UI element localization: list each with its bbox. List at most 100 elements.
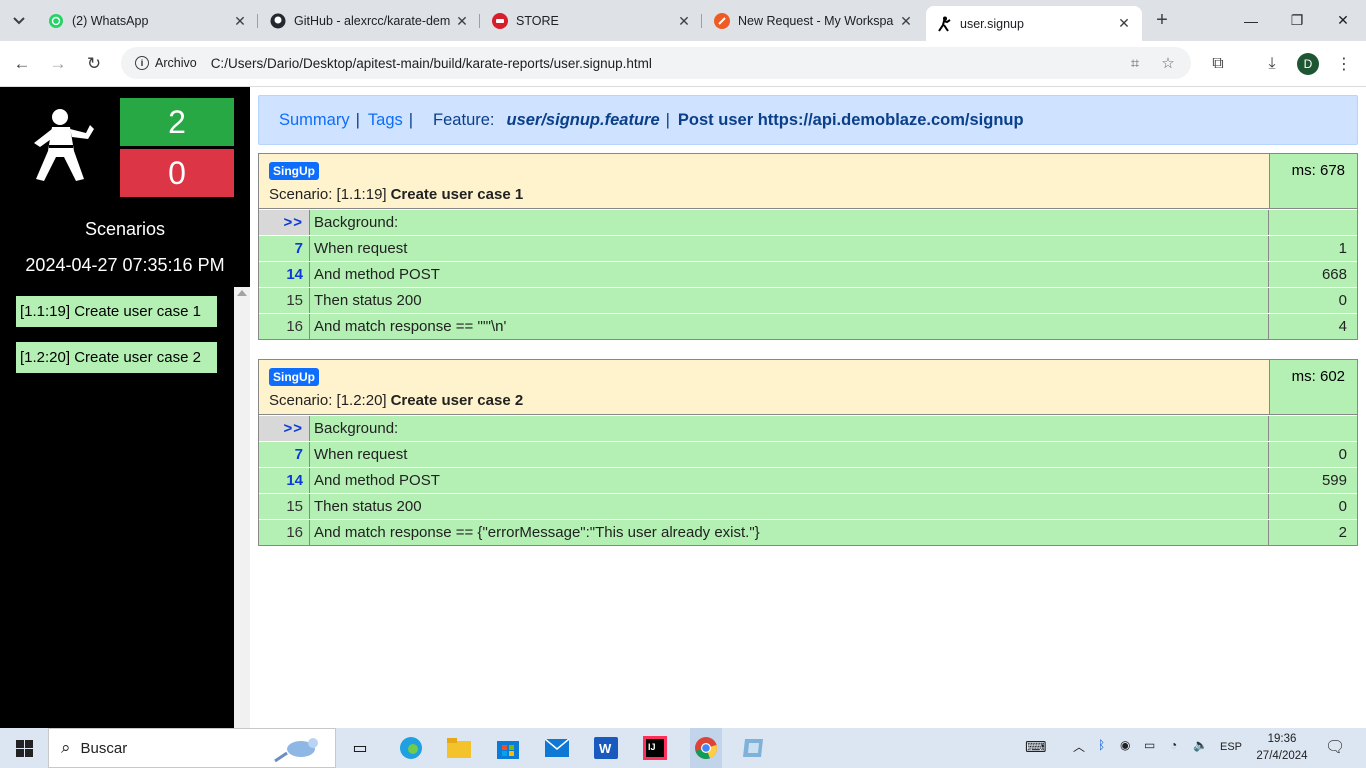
step-line: 7 [259,236,310,261]
restore-button[interactable]: ❐ [1274,0,1320,41]
close-icon[interactable]: ✕ [898,13,914,29]
wifi-icon[interactable]: ◔ [1170,738,1177,752]
separator: | [408,110,414,129]
mail-icon[interactable] [543,734,571,762]
intellij-icon[interactable]: IJ [641,734,669,762]
step-line: 15 [259,288,310,313]
step-text: And match response == {"errorMessage":"T… [310,520,1269,545]
step-line: 16 [259,314,310,339]
reload-icon: ↻ [86,54,102,73]
taskbar-search[interactable]: ⌕ Buscar [48,728,336,768]
close-icon[interactable]: ✕ [1116,15,1132,32]
taskbar: ⌕ Buscar ▭ W IJ ⌨ ︿ ᛒ ◉ ▭ ◔ 🔈 ESP 19:36 … [0,728,1366,768]
edge-icon[interactable] [397,734,425,762]
plus-icon: + [1156,8,1168,31]
scenario-ref: Scenario: [1.1:19] [269,186,387,203]
tab-search-button[interactable] [6,8,32,34]
close-icon[interactable]: ✕ [232,13,248,29]
tab-github[interactable]: GitHub - alexrcc/karate-dem ✕ [260,6,480,36]
tab-user-signup[interactable]: user.signup ✕ [926,6,1142,41]
search-icon: ⌕ [61,738,71,757]
scenario-link[interactable]: [1.1:19] Create user case 1 [16,296,217,327]
battery-icon[interactable]: ▭ [1144,738,1155,752]
store-icon [492,13,508,29]
step-text: When request [310,442,1269,467]
scenario-tag[interactable]: SingUp [269,368,319,386]
tab-store[interactable]: STORE ✕ [482,6,702,36]
tags-link[interactable]: Tags [368,111,403,130]
minimize-icon: — [1244,12,1258,29]
feature-description: Post user https://api.demoblaze.com/sign… [677,110,1024,129]
download-icon[interactable]: ⤓ [1261,53,1283,75]
step-row: 14 And method POST 668 [259,261,1357,287]
step-line[interactable]: >> [259,210,310,235]
app-icon[interactable] [739,734,767,762]
step-line[interactable]: >> [259,416,310,441]
site-info-label: Archivo [155,56,197,70]
keyboard-icon[interactable]: ⌨ [1025,738,1047,756]
scenario-block: SingUp Scenario: [1.1:19] Create user cas… [258,153,1358,340]
report-navbar: Summary | Tags | Feature: user/signup.fe… [258,95,1358,145]
chrome-icon[interactable] [690,728,722,768]
sidebar: 2 0 Scenarios 2024-04-27 07:35:16 PM [1.… [0,87,250,728]
task-view-icon[interactable]: ▭ [346,734,374,762]
scenario-link[interactable]: [1.2:20] Create user case 2 [16,342,217,373]
feature-name: user/signup.feature [506,110,660,129]
whatsapp-icon [48,13,64,29]
tab-whatsapp[interactable]: (2) WhatsApp ✕ [38,6,258,36]
tab-title: New Request - My Workspa [738,14,894,28]
scenario-duration: ms: 678 [1269,154,1357,208]
scenario-tag[interactable]: SingUp [269,162,319,180]
url-text[interactable]: C:/Users/Dario/Desktop/apitest-main/buil… [211,56,652,71]
store-app-icon[interactable] [494,734,522,762]
minimize-button[interactable]: — [1228,0,1274,41]
step-ms: 0 [1269,442,1357,467]
volume-icon[interactable]: 🔈 [1193,738,1208,752]
translate-icon[interactable]: ⌗ [1126,54,1144,72]
report-main: Summary | Tags | Feature: user/signup.fe… [250,87,1366,728]
step-row: >> Background: [259,415,1357,441]
clock-date: 27/4/2024 [1256,750,1308,762]
summary-link[interactable]: Summary [279,111,350,130]
step-ms: 0 [1269,288,1357,313]
report-date: 2024-04-27 07:35:16 PM [25,255,225,275]
feature-label: Feature: [433,110,495,129]
scroll-up-icon[interactable] [237,290,247,296]
extensions-icon[interactable]: ⧉ [1207,53,1229,75]
browser-toolbar: ← → ↻ i Archivo C:/Users/Dario/Desktop/a… [0,41,1366,87]
forward-button[interactable]: → [44,50,72,78]
menu-icon[interactable]: ⋮ [1333,53,1355,75]
chevron-up-icon[interactable]: ︿ [1073,738,1085,755]
step-row: >> Background: [259,209,1357,235]
chevron-down-icon [13,17,25,25]
reload-button[interactable]: ↻ [80,50,108,78]
word-icon[interactable]: W [592,734,620,762]
step-ms: 668 [1269,262,1357,287]
bluetooth-icon[interactable]: ᛒ [1098,738,1105,752]
close-window-button[interactable]: ✕ [1320,0,1366,41]
scenarios-heading: Scenarios [84,219,166,239]
step-ms: 4 [1269,314,1357,339]
webcam-icon[interactable]: ◉ [1120,738,1130,752]
notification-icon[interactable]: 🗨 [1325,737,1345,757]
scenario-title: Scenario: [1.2:20] Create user case 2 [269,392,1259,409]
start-button[interactable] [0,728,48,768]
sidebar-scrollbar[interactable] [234,287,250,728]
avatar[interactable]: D [1297,53,1319,75]
close-icon[interactable]: ✕ [454,13,470,29]
address-bar[interactable]: i Archivo C:/Users/Dario/Desktop/apitest… [121,47,1191,79]
tab-postman[interactable]: New Request - My Workspa ✕ [704,6,924,36]
language-indicator[interactable]: ESP [1220,741,1242,753]
file-explorer-icon[interactable] [445,734,473,762]
site-info-chip[interactable]: i Archivo [129,51,203,75]
separator: | [355,110,360,129]
close-icon: ✕ [1337,12,1349,28]
step-ms: 599 [1269,468,1357,493]
step-row: 16 And match response == {"errorMessage":… [259,519,1357,545]
close-icon[interactable]: ✕ [676,13,692,29]
scenario-name: Create user case 1 [390,186,524,203]
clock[interactable]: 19:36 27/4/2024 [1250,731,1314,765]
new-tab-button[interactable]: + [1150,8,1174,32]
back-button[interactable]: ← [8,50,36,78]
star-icon[interactable]: ☆ [1159,54,1177,72]
